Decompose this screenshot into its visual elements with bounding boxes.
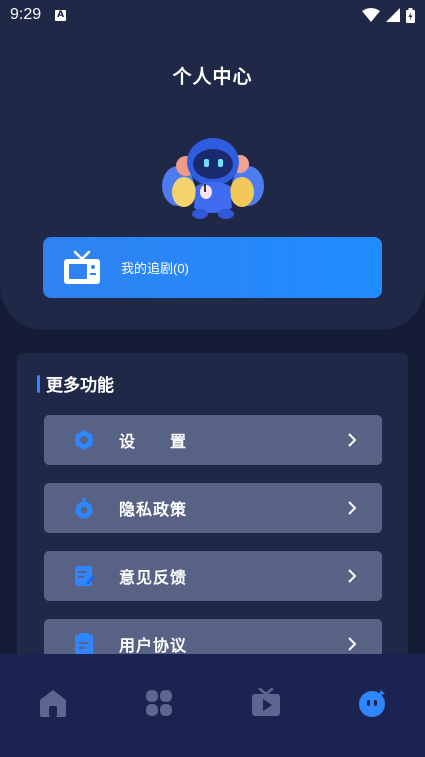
chevron-right-icon (348, 501, 357, 515)
tab-theater[interactable] (213, 654, 319, 757)
status-indicators (362, 7, 415, 23)
privacy-policy-item[interactable]: 隐私政策 (44, 483, 382, 533)
more-functions-label: 更多功能 (46, 376, 114, 396)
home-icon (40, 690, 67, 717)
gear-icon (75, 430, 93, 450)
tab-mine[interactable] (319, 654, 425, 757)
settings-label: 设 置 (119, 432, 188, 451)
agreement-icon (75, 633, 93, 655)
feedback-icon (75, 566, 95, 586)
mascot-face-icon (358, 690, 385, 717)
more-functions-panel: 更多功能 设 置 隐私政策 意见反馈 用户协议 (17, 353, 408, 673)
status-time: 9:29 (10, 6, 42, 23)
notification-a-icon: A (55, 9, 67, 21)
status-bar: 9:29 A (0, 0, 425, 30)
my-drama-label: 我的追剧(0) (121, 261, 189, 276)
signal-icon (386, 8, 400, 22)
privacy-icon (75, 498, 93, 519)
mascot-avatar (162, 138, 264, 219)
page-title: 个人中心 (172, 66, 253, 88)
section-accent-bar (37, 374, 40, 393)
more-functions-title: 更多功能 (37, 371, 114, 396)
play-tv-icon (251, 688, 280, 716)
user-agreement-label: 用户协议 (119, 636, 188, 655)
privacy-policy-label: 隐私政策 (119, 500, 188, 519)
tab-discover[interactable] (106, 654, 212, 757)
feedback-item[interactable]: 意见反馈 (44, 551, 382, 601)
clover-icon (146, 690, 173, 716)
my-drama-button[interactable]: 我的追剧(0) (43, 237, 382, 298)
chevron-right-icon (348, 637, 357, 651)
tab-home[interactable] (0, 654, 106, 757)
wifi-icon (362, 8, 380, 22)
tv-icon (64, 250, 100, 284)
bottom-tab-bar (0, 654, 425, 757)
chevron-right-icon (348, 569, 357, 583)
settings-item[interactable]: 设 置 (44, 415, 382, 465)
chevron-right-icon (348, 433, 357, 447)
feedback-label: 意见反馈 (119, 568, 188, 587)
battery-icon (406, 7, 415, 23)
